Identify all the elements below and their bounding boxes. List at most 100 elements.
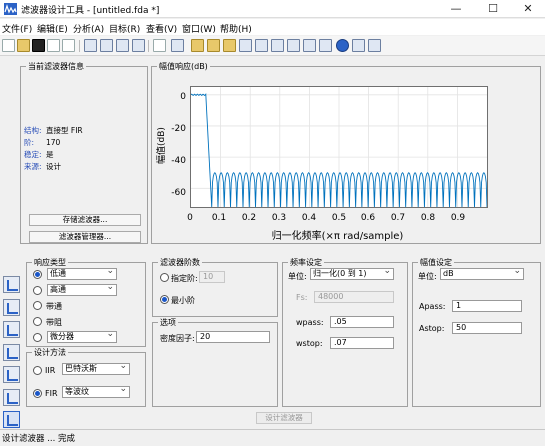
y-tick-2: -40 [171,156,186,166]
bandstop-label: 带阻 [46,318,62,327]
frequency-spec-legend: 频率设定 [288,257,324,268]
magnitude-phase-icon[interactable] [223,39,236,52]
y-tick-3: -60 [171,188,186,198]
design-method-legend: 设计方法 [32,347,68,358]
menu-analysis[interactable]: 分析(A) [73,22,104,35]
coefficients-icon[interactable] [319,39,332,52]
freq-units-select[interactable]: 归一化(0 到 1) [310,266,394,280]
radio-specify-order[interactable] [160,273,169,282]
design-filter-button[interactable]: 设计滤波器 [256,412,312,424]
fir-method-select[interactable]: 等波纹 [62,384,130,398]
step-response-icon[interactable] [287,39,300,52]
iir-label: IIR [45,366,56,375]
status-text: 设计滤波器 ... 完成 [2,434,76,444]
filter-spec-icon[interactable] [171,39,184,52]
x-tick-8: 0.8 [420,213,436,223]
apass-label: Apass: [419,302,446,311]
apass-field[interactable]: 1 [452,300,522,312]
differentiator-select[interactable]: 微分器 [47,329,117,343]
radio-minimum-order[interactable] [160,295,169,304]
transform-filter-icon[interactable] [3,299,20,316]
menu-help[interactable]: 帮助(H) [220,22,252,35]
print-preview-icon[interactable] [62,39,75,52]
title-bar: 滤波器设计工具 - [untitled.fda *] — ☐ ✕ [0,0,545,18]
x-tick-9: 0.9 [450,213,466,223]
radio-bandstop[interactable] [33,317,42,326]
wstop-field[interactable]: .07 [330,337,394,349]
zoom-in-icon[interactable] [84,39,97,52]
multirate-icon[interactable] [3,389,20,406]
impulse-response-icon[interactable] [271,39,284,52]
x-tick-1: 0.1 [211,213,227,223]
freq-units-label: 单位: [288,272,307,281]
menu-targets[interactable]: 目标(R) [109,22,140,35]
menu-file[interactable]: 文件(F) [2,22,32,35]
design-filter-icon[interactable] [3,411,20,428]
astop-label: Astop: [419,324,445,333]
wstop-label: wstop: [296,339,323,348]
phase-delay-icon[interactable] [255,39,268,52]
status-bar [0,429,545,446]
x-tick-4: 0.4 [301,213,317,223]
radio-differentiator[interactable] [33,333,42,342]
radio-fir[interactable] [33,389,42,398]
x-axis-label: 归一化频率(×π rad/sample) [271,231,404,242]
filter-info-panel: 当前滤波器信息 结构: 直接型 FIR 阶: 170 稳定: 是 来源: 设计 存储滤波… [20,61,148,244]
phase-response-icon[interactable] [207,39,220,52]
store-filter-button[interactable]: 存储滤波器... [29,214,141,226]
order-field[interactable]: 10 [199,271,225,283]
plot-axes[interactable] [190,86,488,208]
group-delay-icon[interactable] [239,39,252,52]
open-icon[interactable] [17,39,30,52]
density-factor-label: 密度因子: [160,334,195,343]
save-icon[interactable] [32,39,45,52]
plot-legend: 幅值响应(dB) [157,61,210,72]
app-icon [4,3,17,15]
wpass-field[interactable]: .05 [330,316,394,328]
filter-info-legend: 当前滤波器信息 [26,61,86,72]
menu-edit[interactable]: 编辑(E) [37,22,68,35]
realize-model-icon[interactable] [3,344,20,361]
menu-view[interactable]: 查看(V) [146,22,177,35]
radio-bandpass[interactable] [33,301,42,310]
zoom-y-icon[interactable] [116,39,129,52]
lowpass-select[interactable]: 低通 [47,266,117,280]
pole-zero-icon[interactable] [303,39,316,52]
maximize-button[interactable]: ☐ [475,0,511,18]
zoom-x-icon[interactable] [100,39,113,52]
iir-method-select[interactable]: 巴特沃斯 [62,361,130,375]
info-icon[interactable] [336,39,349,52]
filter-order-legend: 滤波器阶数 [158,257,202,268]
filter-manager-button[interactable]: 滤波器管理器... [29,231,141,243]
full-view-icon[interactable] [132,39,145,52]
y-tick-1: -20 [171,124,186,134]
magnitude-plot [191,87,487,207]
mag-units-select[interactable]: dB [440,266,524,280]
close-button[interactable]: ✕ [510,0,545,18]
minimize-button[interactable]: — [438,0,474,18]
info-row-structure: 结构: 直接型 FIR [24,126,83,135]
fs-field[interactable]: 48000 [314,291,394,303]
menu-window[interactable]: 窗口(W) [182,22,216,35]
response-type-legend: 响应类型 [32,257,68,268]
quantize-icon[interactable] [3,321,20,338]
y-tick-0: 0 [180,92,186,102]
astop-field[interactable]: 50 [452,322,522,334]
info-row-order: 阶: 170 [24,138,61,147]
new-figure-icon[interactable] [153,39,166,52]
design-method-panel: 设计方法 [26,347,146,407]
print-icon[interactable] [47,39,60,52]
pole-zero-editor-icon[interactable] [3,276,20,293]
radio-highpass[interactable] [33,286,42,295]
magnitude-spec-panel: 幅值设定 [412,257,541,407]
radio-iir[interactable] [33,366,42,375]
density-factor-field[interactable]: 20 [196,331,270,343]
cost-icon[interactable] [352,39,365,52]
x-tick-2: 0.2 [241,213,257,223]
help-icon[interactable] [368,39,381,52]
import-filter-icon[interactable] [3,366,20,383]
highpass-select[interactable]: 高通 [47,282,117,296]
radio-lowpass[interactable] [33,270,42,279]
new-icon[interactable] [2,39,15,52]
magnitude-response-icon[interactable] [191,39,204,52]
